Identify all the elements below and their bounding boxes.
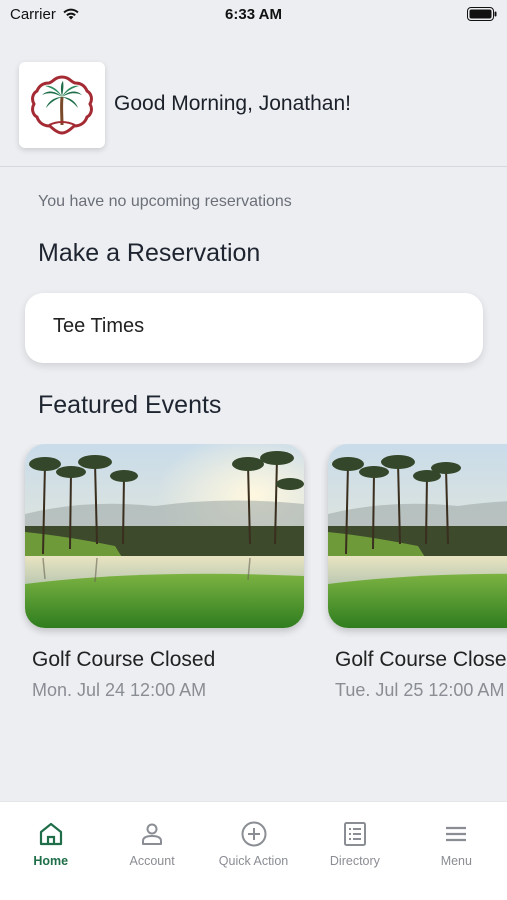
events-carousel[interactable]: Golf Course Closed Mon. Jul 24 12:00 AM: [0, 444, 507, 714]
hamburger-icon: [446, 826, 467, 842]
club-logo: [19, 62, 105, 148]
make-reservation-heading: Make a Reservation: [38, 239, 261, 267]
event-card[interactable]: Golf Course Closed Tue. Jul 25 12:00 AM: [328, 444, 507, 704]
event-image: [328, 444, 507, 628]
event-title: Golf Course Closed: [32, 648, 216, 671]
tab-bar: Home Account Quick Action Directory Menu: [0, 801, 507, 900]
tab-label: Directory: [329, 854, 380, 868]
tab-label: Home: [33, 854, 69, 868]
event-image: [25, 444, 304, 628]
battery-icon: [467, 7, 497, 21]
palm-tree-logo-icon: [31, 75, 93, 135]
clock: 6:33 AM: [225, 6, 282, 23]
event-card[interactable]: Golf Course Closed Mon. Jul 24 12:00 AM: [25, 444, 305, 704]
event-date: Tue. Jul 25 12:00 AM: [335, 680, 505, 700]
tab-label: Account: [129, 854, 175, 868]
featured-events-heading: Featured Events: [38, 391, 222, 419]
tab-label: Quick Action: [218, 854, 289, 868]
plus-circle-icon: [241, 821, 267, 847]
directory-icon: [343, 822, 366, 846]
home-icon: [39, 822, 62, 846]
event-date: Mon. Jul 24 12:00 AM: [32, 680, 207, 700]
status-bar: Carrier 6:33 AM: [0, 0, 507, 30]
tab-menu[interactable]: Menu: [406, 802, 507, 900]
tee-times-label: Tee Times: [53, 315, 145, 337]
tab-account[interactable]: Account: [101, 802, 202, 900]
tab-home[interactable]: Home: [0, 802, 101, 900]
person-icon: [142, 823, 163, 845]
tab-label: Menu: [440, 854, 472, 868]
event-title: Golf Course Closed: [335, 648, 507, 671]
tab-quick-action[interactable]: Quick Action: [203, 802, 304, 900]
no-reservations-message: You have no upcoming reservations: [38, 193, 292, 210]
header: Good Morning, Jonathan!: [0, 30, 507, 167]
greeting-text: Good Morning, Jonathan!: [114, 92, 351, 115]
tab-directory[interactable]: Directory: [304, 802, 405, 900]
tee-times-button[interactable]: Tee Times: [25, 293, 483, 363]
